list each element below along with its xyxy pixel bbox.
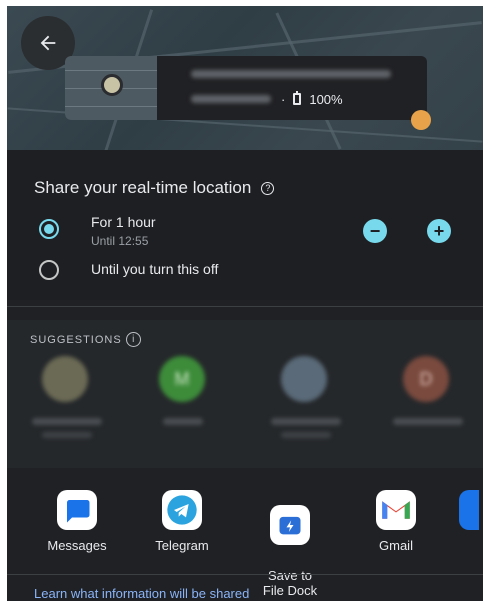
- suggestion-contact[interactable]: D: [393, 356, 463, 446]
- suggestion-contact[interactable]: [271, 356, 341, 446]
- app-file-dock[interactable]: Save to File Dock: [245, 490, 335, 598]
- radio-for-1-hour[interactable]: [39, 219, 59, 239]
- location-card[interactable]: · 100%: [65, 56, 427, 120]
- divider: [7, 574, 483, 575]
- separator: ·: [281, 91, 286, 107]
- contact-name-blurred: [271, 418, 341, 425]
- avatar: [281, 356, 327, 402]
- share-duration-panel: Share your real-time location ? For 1 ho…: [7, 150, 483, 300]
- share-apps-row: Messages Telegram Save to File Dock Gmai…: [7, 468, 483, 598]
- divider: [7, 306, 483, 307]
- app-label: Messages: [47, 538, 107, 553]
- avatar: [42, 356, 88, 402]
- option-for-1-hour-label: For 1 hour: [91, 214, 156, 230]
- contact-name-blurred: [393, 418, 463, 425]
- location-pin-icon: [101, 74, 123, 96]
- option-until-turn-off-label: Until you turn this off: [91, 261, 219, 277]
- thumb-line: [65, 70, 157, 71]
- card-map-thumbnail: [65, 56, 157, 120]
- contact-name-blurred: [163, 418, 203, 425]
- suggestions-heading: SUGGESTIONS i: [30, 332, 141, 347]
- avatar: M: [159, 356, 205, 402]
- decrease-duration-button[interactable]: −: [363, 219, 387, 243]
- option-until-time: Until 12:55: [91, 234, 149, 248]
- learn-info-link[interactable]: Learn what information will be shared: [34, 586, 249, 601]
- suggestions-heading-text: SUGGESTIONS: [30, 333, 122, 346]
- thumb-line: [65, 106, 157, 107]
- card-info: · 100%: [157, 69, 427, 107]
- help-icon[interactable]: ?: [261, 181, 275, 195]
- increase-duration-button[interactable]: +: [427, 219, 451, 243]
- battery-level: 100%: [309, 91, 343, 107]
- app-partial[interactable]: [459, 490, 483, 530]
- avatar-initial: M: [174, 368, 190, 389]
- gmail-icon: [376, 490, 416, 530]
- app-label: Telegram: [155, 538, 209, 553]
- share-sheet: Share your real-time location ? For 1 ho…: [7, 150, 483, 601]
- messages-icon: [57, 490, 97, 530]
- app-messages[interactable]: Messages: [32, 490, 122, 553]
- app-label: Gmail: [379, 538, 413, 553]
- share-title-text: Share your real-time location: [34, 178, 252, 197]
- app-gmail[interactable]: Gmail: [351, 490, 441, 553]
- app-frame: · 100% Share your real-time location ? F…: [7, 6, 483, 601]
- restaurant-marker-icon[interactable]: [411, 110, 431, 130]
- app-telegram[interactable]: Telegram: [137, 490, 227, 553]
- battery-icon: [293, 91, 302, 105]
- avatar: D: [403, 356, 449, 402]
- blurred-status: [191, 95, 271, 103]
- suggestions-section: SUGGESTIONS i M D: [7, 320, 483, 468]
- contact-detail-blurred: [42, 432, 92, 438]
- app-icon-partial: [459, 490, 479, 530]
- suggestion-contact[interactable]: M: [149, 356, 219, 446]
- contact-name-blurred: [32, 418, 102, 425]
- info-icon[interactable]: i: [125, 332, 141, 347]
- blurred-address: [191, 69, 391, 78]
- arrow-left-icon: [40, 35, 56, 51]
- telegram-icon: [162, 490, 202, 530]
- map-view[interactable]: · 100%: [7, 6, 483, 156]
- avatar-initial: D: [419, 368, 433, 389]
- share-title: Share your real-time location ?: [34, 178, 275, 198]
- file-dock-icon: [270, 505, 310, 545]
- battery-row: · 100%: [191, 91, 427, 107]
- contact-detail-blurred: [281, 432, 331, 438]
- suggestion-contact[interactable]: [32, 356, 102, 446]
- app-label: Save to File Dock: [262, 568, 318, 598]
- radio-until-turn-off[interactable]: [39, 260, 59, 280]
